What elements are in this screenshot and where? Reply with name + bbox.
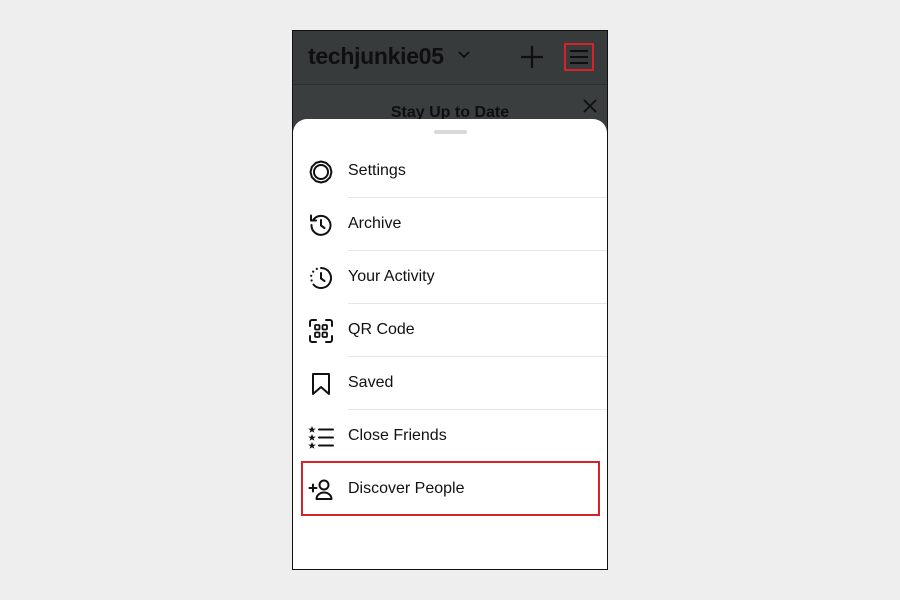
bookmark-icon (312, 373, 330, 395)
hamburger-menu-button[interactable] (564, 43, 594, 71)
close-friends-icon (308, 426, 334, 449)
menu-item-label: Your Activity (348, 268, 435, 285)
activity-icon (310, 267, 332, 289)
menu-item-settings[interactable]: Settings (293, 145, 607, 198)
menu-item-close-friends[interactable]: Close Friends (293, 410, 607, 463)
menu-item-label: QR Code (348, 321, 415, 338)
chevron-down-icon[interactable] (458, 51, 470, 59)
hamburger-menu-icon (570, 50, 588, 64)
menu-item-label: Archive (348, 215, 402, 232)
phone-screen: techjunkie05 Stay Up to Date Settings Ar… (292, 30, 608, 570)
qr-code-icon (309, 319, 333, 343)
menu-item-label: Saved (348, 374, 394, 391)
menu-item-your-activity[interactable]: Your Activity (293, 251, 607, 304)
settings-icon (309, 160, 333, 184)
menu-item-saved[interactable]: Saved (293, 357, 607, 410)
menu-item-archive[interactable]: Archive (293, 198, 607, 251)
menu-bottom-sheet: Settings Archive Your Activity QR Code S… (293, 119, 607, 569)
username-label[interactable]: techjunkie05 (308, 43, 444, 70)
menu-item-qr-code[interactable]: QR Code (293, 304, 607, 357)
discover-people-highlight (301, 461, 600, 516)
sheet-drag-handle[interactable] (434, 130, 467, 134)
archive-icon (310, 214, 332, 236)
close-icon[interactable] (583, 99, 597, 113)
profile-header: techjunkie05 (293, 31, 607, 84)
menu-item-label: Settings (348, 162, 406, 179)
create-plus-icon[interactable] (519, 44, 545, 70)
menu-item-label: Close Friends (348, 427, 447, 444)
